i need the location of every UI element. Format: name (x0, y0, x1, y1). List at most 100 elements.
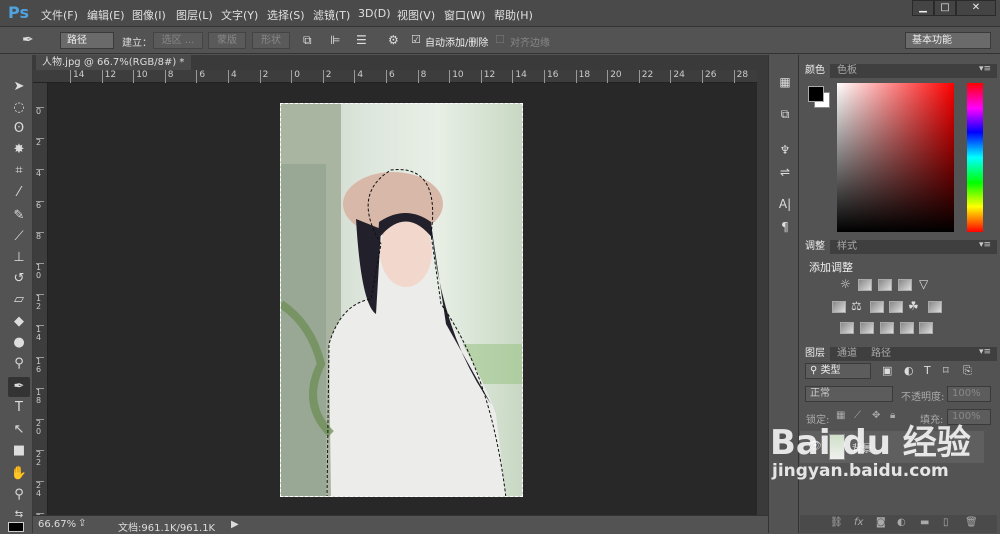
paint-bucket-icon[interactable]: ◆ (8, 312, 30, 332)
stamp-tool-icon[interactable]: ⊥ (8, 248, 30, 268)
eraser-tool-icon[interactable]: ▱ (8, 290, 30, 310)
link-layers-icon[interactable]: ⛓ (830, 517, 843, 528)
document-tab[interactable]: 人物.jpg @ 66.7%(RGB/8#) * × (36, 55, 191, 84)
panel-menu-icon[interactable]: ▾≡ (979, 347, 991, 357)
fx-icon[interactable]: fx (854, 517, 863, 528)
filter-adjustment-icon[interactable]: ◐ (904, 364, 914, 377)
lock-position-icon[interactable]: ✥ (872, 410, 880, 421)
healing-brush-icon[interactable]: ✎ (8, 206, 30, 226)
brush-presets-icon[interactable]: ♆ (775, 143, 795, 157)
levels-icon[interactable] (858, 279, 872, 291)
share-icon[interactable]: ⇪ (78, 518, 86, 529)
hue-slider[interactable] (967, 83, 983, 232)
history-brush-icon[interactable]: ↺ (8, 269, 30, 289)
close-button[interactable]: ✕ (956, 0, 996, 16)
tab-adjustments[interactable]: 调整 (800, 240, 830, 254)
layer-filter-select[interactable]: ⚲ 类型 (805, 363, 871, 379)
brush-panel-icon[interactable]: ⇌ (775, 165, 795, 179)
menu-view[interactable]: 视图(V) (397, 7, 435, 23)
panel-menu-icon[interactable]: ▾≡ (979, 64, 991, 74)
foreground-color-swatch-panel[interactable] (808, 86, 824, 102)
zoom-level[interactable]: 66.67% (38, 519, 76, 530)
posterize-icon[interactable] (860, 322, 874, 334)
tab-swatches[interactable]: 色板 (832, 64, 862, 78)
gradient-map-icon[interactable] (919, 322, 933, 334)
maximize-button[interactable]: □ (934, 0, 956, 16)
trash-icon[interactable]: 🗑︎ (965, 517, 978, 528)
blur-tool-icon[interactable]: ● (8, 333, 30, 353)
add-mask-icon[interactable]: ◙ (876, 517, 886, 528)
panel-menu-icon[interactable]: ▾≡ (979, 240, 991, 250)
move-tool-icon[interactable]: ➤ (8, 77, 30, 97)
vertical-scrollbar[interactable] (757, 55, 768, 515)
crop-tool-icon[interactable]: ⌗ (8, 161, 30, 181)
path-arrangement-icon[interactable]: ☰ (356, 33, 367, 47)
menu-image[interactable]: 图像(I) (132, 7, 166, 23)
color-lookup-icon[interactable] (928, 301, 942, 313)
make-selection-button[interactable]: 选区 ... (153, 32, 203, 49)
menu-filter[interactable]: 滤镜(T) (313, 7, 350, 23)
history-panel-icon[interactable]: ▦ (775, 75, 795, 89)
channel-mixer-icon[interactable]: ☘ (908, 299, 919, 313)
path-alignment-icon[interactable]: ⊫ (330, 33, 340, 47)
path-operations-icon[interactable]: ⧉ (303, 33, 312, 48)
lock-transparent-icon[interactable]: ▦ (836, 410, 845, 421)
menu-3d[interactable]: 3D(D) (358, 7, 391, 20)
tab-styles[interactable]: 样式 (832, 240, 862, 254)
new-group-icon[interactable]: ▬ (920, 517, 929, 528)
tab-paths[interactable]: 路径 (866, 347, 896, 361)
menu-type[interactable]: 文字(Y) (221, 7, 258, 23)
eyedropper-icon[interactable]: ⁄ (8, 183, 30, 203)
minimize-button[interactable]: ▁ (912, 0, 934, 16)
threshold-icon[interactable] (880, 322, 894, 334)
tab-color[interactable]: 颜色 (800, 64, 830, 78)
filter-pixel-icon[interactable]: ▣ (882, 364, 892, 377)
black-white-icon[interactable] (870, 301, 884, 313)
pen-mode-select[interactable]: 路径 (60, 32, 114, 49)
lock-all-icon[interactable]: 🔒︎ (890, 410, 895, 421)
foreground-color-swatch[interactable] (8, 522, 24, 532)
selective-color-icon[interactable] (900, 322, 914, 334)
path-selection-icon[interactable]: ↖ (8, 420, 30, 440)
new-layer-icon[interactable]: ▯ (943, 517, 949, 528)
properties-panel-icon[interactable]: ⧉ (775, 107, 795, 122)
workspace-select[interactable]: 基本功能 (905, 32, 991, 49)
new-adjustment-icon[interactable]: ◐ (897, 517, 906, 528)
color-balance-icon[interactable]: ⚖ (851, 299, 862, 313)
color-field[interactable] (837, 83, 954, 232)
align-edges-checkbox[interactable]: ☐ (495, 33, 505, 46)
filter-smart-object-icon[interactable]: ⎘ (963, 364, 972, 378)
lock-pixels-icon[interactable]: ⟋ (854, 410, 861, 421)
menu-layer[interactable]: 图层(L) (176, 7, 213, 23)
make-mask-button[interactable]: 蒙版 (208, 32, 246, 49)
hand-tool-icon[interactable]: ✋ (8, 464, 30, 484)
blend-mode-select[interactable]: 正常 (805, 386, 893, 402)
brush-tool-icon[interactable]: ⟋ (8, 227, 30, 247)
type-tool-icon[interactable]: T (8, 398, 30, 418)
paragraph-panel-icon[interactable]: ¶ (775, 220, 795, 234)
pen-tool-preset-icon[interactable]: ✒ (22, 32, 34, 48)
lasso-tool-icon[interactable]: ʘ (8, 119, 30, 139)
invert-icon[interactable] (840, 322, 854, 334)
menu-file[interactable]: 文件(F) (41, 7, 78, 23)
curves-icon[interactable] (878, 279, 892, 291)
opacity-input[interactable]: 100% (947, 386, 991, 402)
menu-window[interactable]: 窗口(W) (444, 7, 485, 23)
status-menu-arrow-icon[interactable]: ▶ (231, 519, 239, 530)
gear-icon[interactable]: ⚙ (388, 33, 399, 47)
pen-tool-icon[interactable]: ✒ (8, 377, 30, 397)
menu-edit[interactable]: 编辑(E) (87, 7, 125, 23)
auto-add-delete-checkbox[interactable]: ☑ (411, 33, 421, 46)
filter-type-icon[interactable]: T (924, 364, 931, 377)
menu-help[interactable]: 帮助(H) (494, 7, 533, 23)
make-shape-button[interactable]: 形状 (252, 32, 290, 49)
filter-shape-icon[interactable]: ⌑ (943, 364, 949, 377)
rectangle-tool-icon[interactable]: ■ (8, 441, 30, 461)
character-panel-icon[interactable]: A| (775, 197, 795, 211)
marquee-tool-icon[interactable]: ◌ (8, 98, 30, 118)
menu-select[interactable]: 选择(S) (267, 7, 305, 23)
zoom-tool-icon[interactable]: ⚲ (8, 485, 30, 505)
vibrance-icon[interactable]: ▽ (919, 277, 928, 291)
magic-wand-icon[interactable]: ✸ (8, 140, 30, 160)
tab-channels[interactable]: 通道 (832, 347, 862, 361)
